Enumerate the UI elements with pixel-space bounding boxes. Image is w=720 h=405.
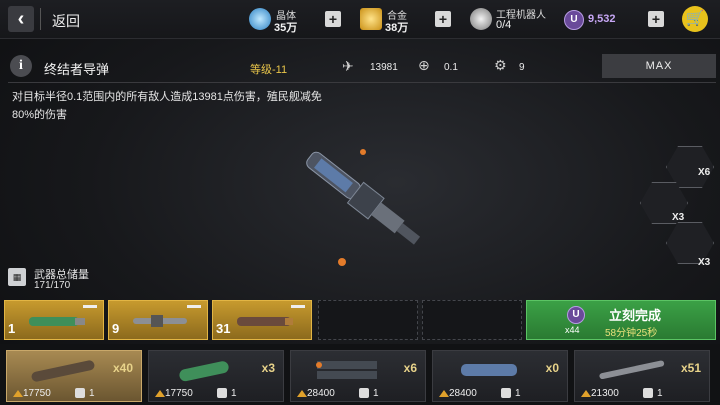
- radius-value: 0.1: [444, 62, 458, 73]
- add-currency-button[interactable]: +: [648, 11, 664, 27]
- robot-icon: [470, 8, 492, 30]
- storage-icon: ▦: [8, 268, 26, 286]
- item-qty: x40: [112, 361, 133, 375]
- inventory-item[interactable]: x40 17750 1: [6, 350, 142, 402]
- item-robots: 1: [231, 388, 237, 399]
- alloy-cost-icon: [13, 390, 23, 397]
- item-cost: 17750: [165, 388, 193, 399]
- divider: [8, 82, 716, 83]
- item-cost: 17750: [23, 388, 51, 399]
- marker-dot: [360, 149, 366, 155]
- back-button-label[interactable]: 返回: [52, 11, 80, 31]
- item-robots: 1: [657, 388, 663, 399]
- side-slot-qty: X3: [672, 212, 685, 223]
- crystal-icon: [249, 8, 271, 30]
- alloy-cost-icon: [155, 390, 165, 397]
- alloy-icon: [360, 8, 382, 30]
- robot-icon: [217, 388, 227, 398]
- max-button[interactable]: MAX: [602, 54, 716, 78]
- robot-icon: [643, 388, 653, 398]
- crosshair-icon: ⊕: [418, 57, 430, 73]
- u-currency-icon: U: [564, 10, 584, 30]
- inventory-item[interactable]: x51 21300 1: [574, 350, 710, 402]
- missile-icon: [179, 361, 229, 382]
- crystal-value: 35万: [274, 22, 298, 34]
- weapon-name: 终结者导弹: [44, 62, 110, 77]
- missile-icon: [29, 317, 85, 326]
- complete-label: 立刻完成: [609, 308, 662, 323]
- add-alloy-button[interactable]: +: [435, 11, 451, 27]
- queue-count: 9: [112, 321, 120, 336]
- empty-queue-slot[interactable]: [318, 300, 418, 340]
- shop-cart-icon[interactable]: 🛒: [682, 6, 708, 32]
- alloy-cost-icon: [581, 390, 591, 397]
- item-cost: 28400: [307, 388, 335, 399]
- back-arrow-icon[interactable]: ‹: [8, 6, 34, 32]
- robot-icon: [501, 388, 511, 398]
- add-crystal-button[interactable]: +: [325, 11, 341, 27]
- inventory-item[interactable]: x6 28400 1: [290, 350, 426, 402]
- missile-icon: [133, 315, 187, 327]
- remove-button[interactable]: [291, 305, 305, 308]
- queue-count: 1: [8, 321, 16, 336]
- remove-button[interactable]: [187, 305, 201, 308]
- marker-dot: [338, 258, 346, 266]
- side-slot-qty: X6: [698, 167, 711, 178]
- missile-icon: [237, 317, 293, 326]
- gear-icon: ⚙: [494, 57, 507, 73]
- missile-launcher-icon: [316, 361, 377, 379]
- complete-cost: x44: [565, 325, 580, 335]
- missile-icon: [599, 360, 665, 380]
- item-qty: x3: [261, 361, 275, 375]
- item-qty: x6: [403, 361, 417, 375]
- item-cost: 28400: [449, 388, 477, 399]
- robots-value: 0/4: [496, 19, 512, 31]
- missile-icon: [31, 360, 95, 382]
- missile-model: [306, 151, 421, 245]
- inventory-item[interactable]: x3 17750 1: [148, 350, 284, 402]
- remove-button[interactable]: [83, 305, 97, 308]
- weapon-level: 等级-11: [250, 64, 288, 76]
- empty-queue-slot[interactable]: [422, 300, 522, 340]
- alloy-cost-icon: [297, 390, 307, 397]
- info-icon[interactable]: i: [10, 55, 32, 77]
- queue-slot[interactable]: 31: [212, 300, 312, 340]
- robot-icon: [75, 388, 85, 398]
- queue-count: 31: [216, 321, 231, 336]
- item-robots: 1: [515, 388, 521, 399]
- queue-slot[interactable]: 9: [108, 300, 208, 340]
- divider: [40, 8, 41, 30]
- inventory-item[interactable]: x0 28400 1: [432, 350, 568, 402]
- alloy-value: 38万: [385, 22, 409, 34]
- storage-count: 171/170: [34, 280, 71, 291]
- complete-time: 58分钟25秒: [605, 328, 658, 339]
- damage-value: 13981: [370, 62, 398, 73]
- damage-icon: ✈: [342, 58, 354, 74]
- side-slot-qty: X3: [698, 257, 711, 268]
- queue-slot[interactable]: 1: [4, 300, 104, 340]
- item-qty: x0: [545, 361, 559, 375]
- weapon-description: 对目标半径0.1范围内的所有敌人造成13981点伤害，殖民舰减免80%的伤害: [12, 91, 322, 121]
- robot-icon: [359, 388, 369, 398]
- item-robots: 1: [373, 388, 379, 399]
- missile-icon: [461, 364, 517, 376]
- instant-complete-button[interactable]: U x44 立刻完成 58分钟25秒: [526, 300, 716, 340]
- u-currency-value: 9,532: [588, 13, 616, 25]
- item-qty: x51: [680, 361, 701, 375]
- item-robots: 1: [89, 388, 95, 399]
- stat3-value: 9: [519, 62, 525, 73]
- u-currency-icon: U: [567, 306, 585, 324]
- item-cost: 21300: [591, 388, 619, 399]
- alloy-cost-icon: [439, 390, 449, 397]
